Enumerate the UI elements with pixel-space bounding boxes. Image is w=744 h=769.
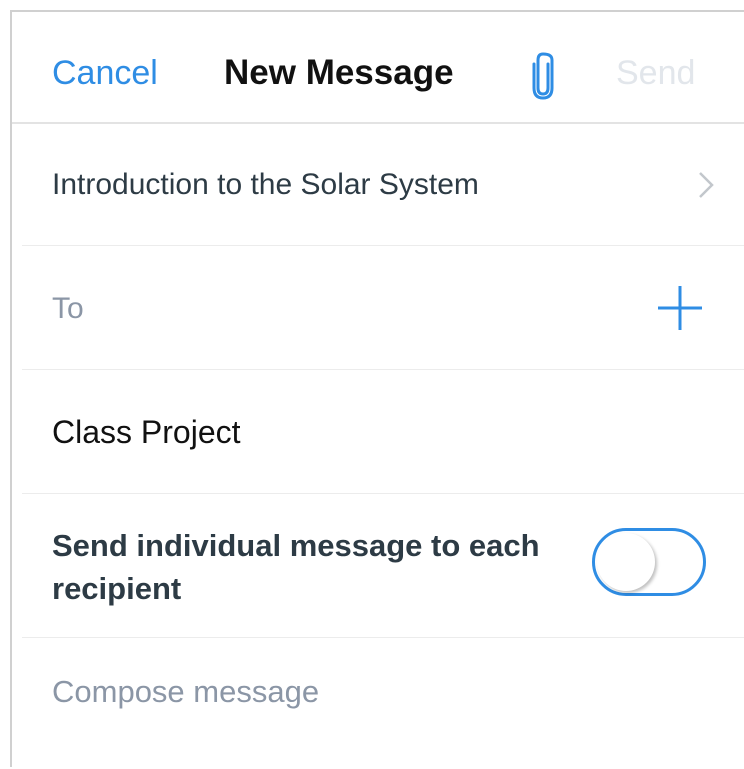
toggle-knob xyxy=(597,533,655,591)
cancel-button[interactable]: Cancel xyxy=(52,54,158,93)
individual-message-toggle[interactable] xyxy=(592,528,706,596)
compose-message-input[interactable]: Compose message xyxy=(52,674,702,710)
new-message-screen: Cancel New Message Send Introduction to … xyxy=(10,10,744,767)
course-label: Introduction to the Solar System xyxy=(52,168,479,201)
subject-row[interactable]: Class Project xyxy=(12,370,744,494)
add-recipient-button[interactable] xyxy=(656,284,704,332)
chevron-right-icon xyxy=(699,172,714,198)
recipients-row: To xyxy=(12,246,744,370)
to-label: To xyxy=(52,292,84,325)
header-bar: Cancel New Message Send xyxy=(12,12,744,124)
paperclip-icon[interactable] xyxy=(528,50,558,100)
individual-message-row: Send individual message to each recipien… xyxy=(12,494,744,638)
course-row[interactable]: Introduction to the Solar System xyxy=(12,124,744,246)
send-button[interactable]: Send xyxy=(616,54,695,93)
subject-input[interactable]: Class Project xyxy=(52,414,241,451)
compose-row[interactable]: Compose message xyxy=(12,638,744,769)
page-title: New Message xyxy=(224,53,454,92)
individual-message-label: Send individual message to each recipien… xyxy=(52,528,540,606)
